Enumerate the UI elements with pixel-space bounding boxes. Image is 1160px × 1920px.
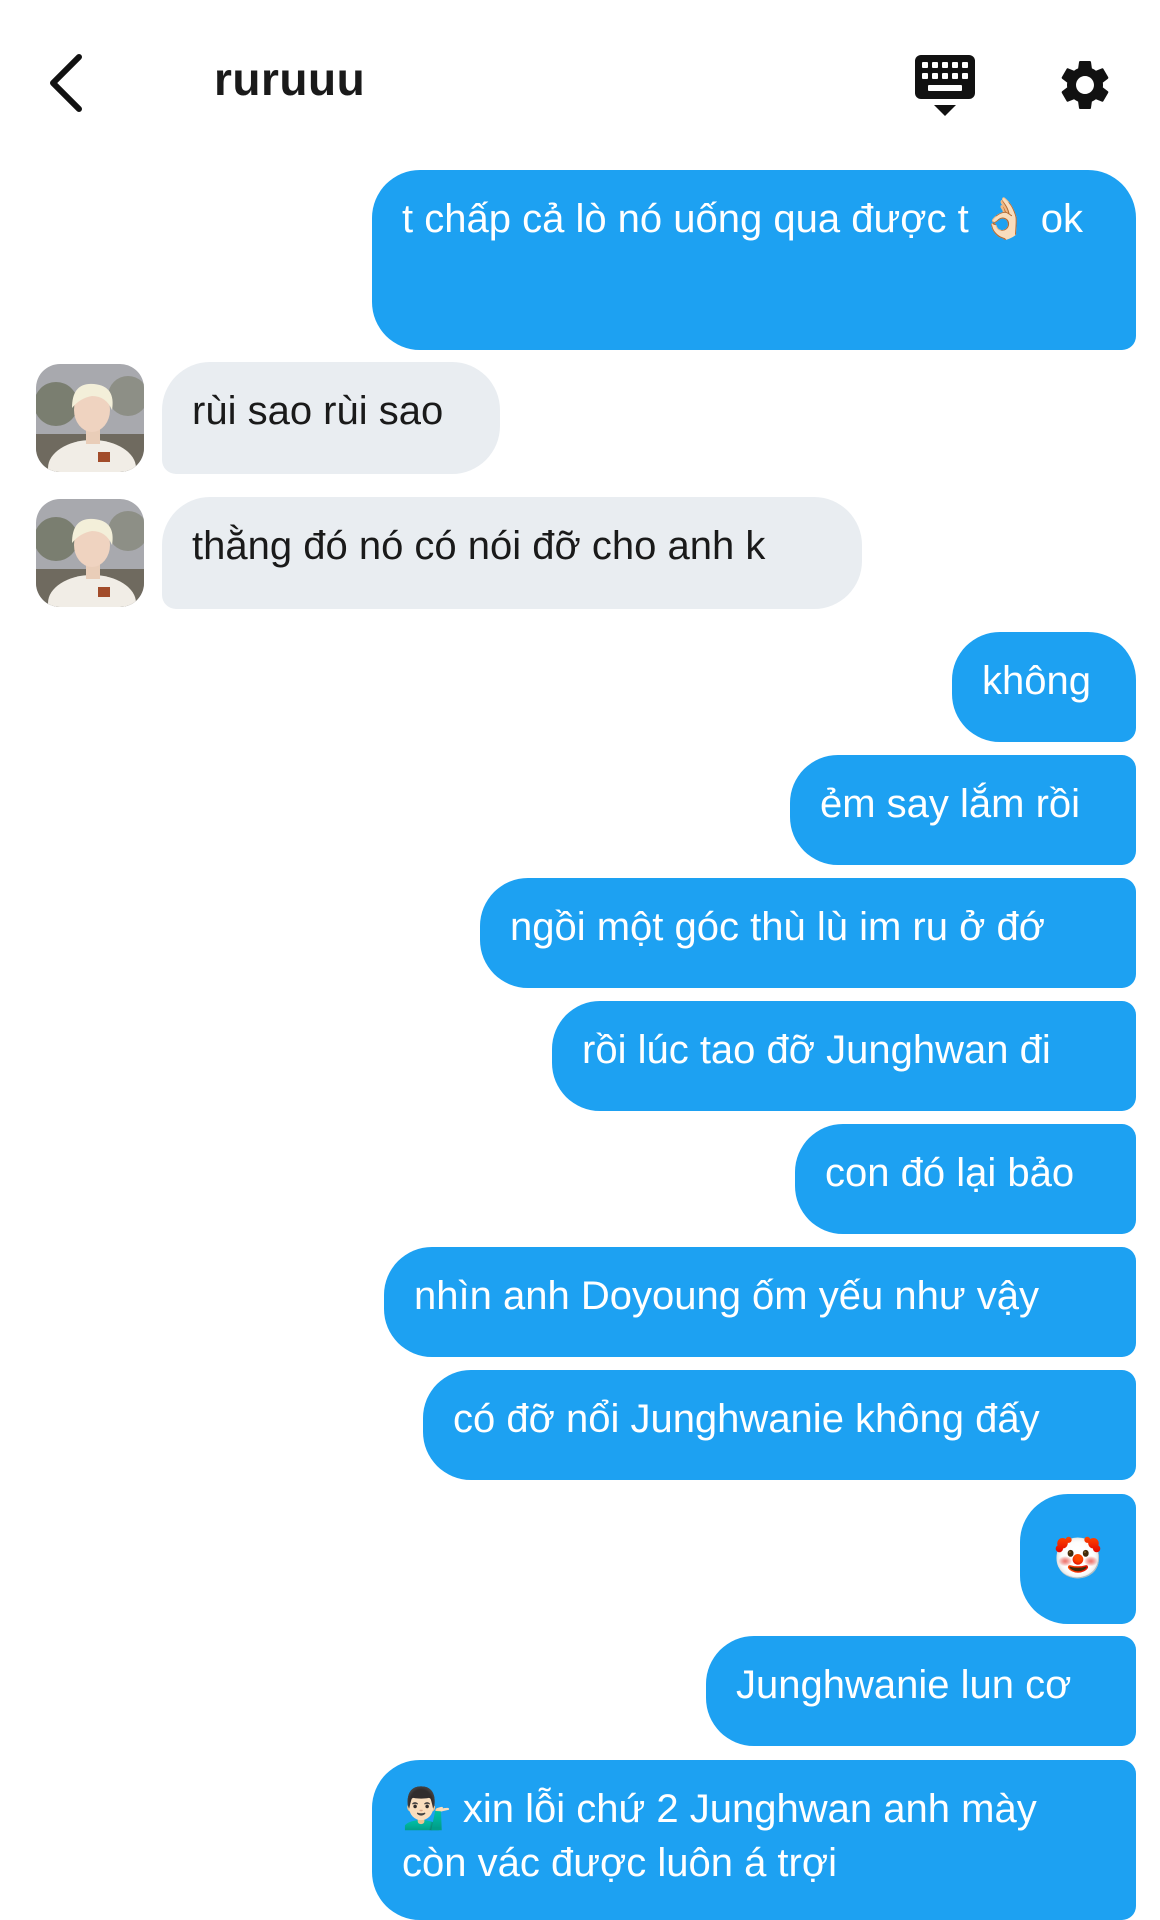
outgoing-message[interactable]: con đó lại bảo	[795, 1124, 1136, 1234]
outgoing-message[interactable]: t chấp cả lò nó uống qua được t 👌🏻 ok	[372, 170, 1136, 350]
outgoing-message[interactable]: ngồi một góc thù lù im ru ở đớ	[480, 878, 1136, 988]
profile-avatar-icon	[36, 499, 144, 607]
message-text: con đó lại bảo	[825, 1151, 1075, 1195]
message-text: 🤡	[1053, 1537, 1103, 1581]
message-text: rùi sao rùi sao	[192, 389, 444, 433]
incoming-message[interactable]: thằng đó nó có nói đỡ cho anh k	[162, 497, 862, 609]
avatar[interactable]	[36, 364, 144, 472]
message-text: nhìn anh Doyoung ốm yếu như vậy	[414, 1274, 1039, 1318]
outgoing-message[interactable]: Junghwanie lun cơ	[706, 1636, 1136, 1746]
message-text: ẻm say lắm rồi	[820, 782, 1081, 826]
outgoing-message[interactable]: không	[952, 632, 1136, 742]
message-text: có đỡ nổi Junghwanie không đấy	[453, 1397, 1040, 1441]
outgoing-message[interactable]: có đỡ nổi Junghwanie không đấy	[423, 1370, 1136, 1480]
message-text: không	[982, 659, 1091, 703]
message-text: 💁🏻‍♂️ xin lỗi chứ 2 Junghwan anh mày còn…	[402, 1787, 1037, 1885]
message-text: Junghwanie lun cơ	[736, 1663, 1072, 1707]
incoming-message[interactable]: rùi sao rùi sao	[162, 362, 500, 474]
outgoing-message[interactable]: 🤡	[1020, 1494, 1136, 1624]
avatar[interactable]	[36, 499, 144, 607]
message-thread[interactable]: t chấp cả lò nó uống qua được t 👌🏻 ok rù…	[0, 0, 1160, 1920]
message-text: ngồi một góc thù lù im ru ở đớ	[510, 905, 1045, 949]
outgoing-message[interactable]: nhìn anh Doyoung ốm yếu như vậy	[384, 1247, 1136, 1357]
message-text: t chấp cả lò nó uống qua được t 👌🏻 ok	[402, 197, 1083, 241]
outgoing-message[interactable]: ẻm say lắm rồi	[790, 755, 1136, 865]
outgoing-message[interactable]: 💁🏻‍♂️ xin lỗi chứ 2 Junghwan anh mày còn…	[372, 1760, 1136, 1920]
message-text: rồi lúc tao đỡ Junghwan đi	[582, 1028, 1051, 1072]
message-text: thằng đó nó có nói đỡ cho anh k	[192, 524, 766, 568]
profile-avatar-icon	[36, 364, 144, 472]
outgoing-message[interactable]: rồi lúc tao đỡ Junghwan đi	[552, 1001, 1136, 1111]
